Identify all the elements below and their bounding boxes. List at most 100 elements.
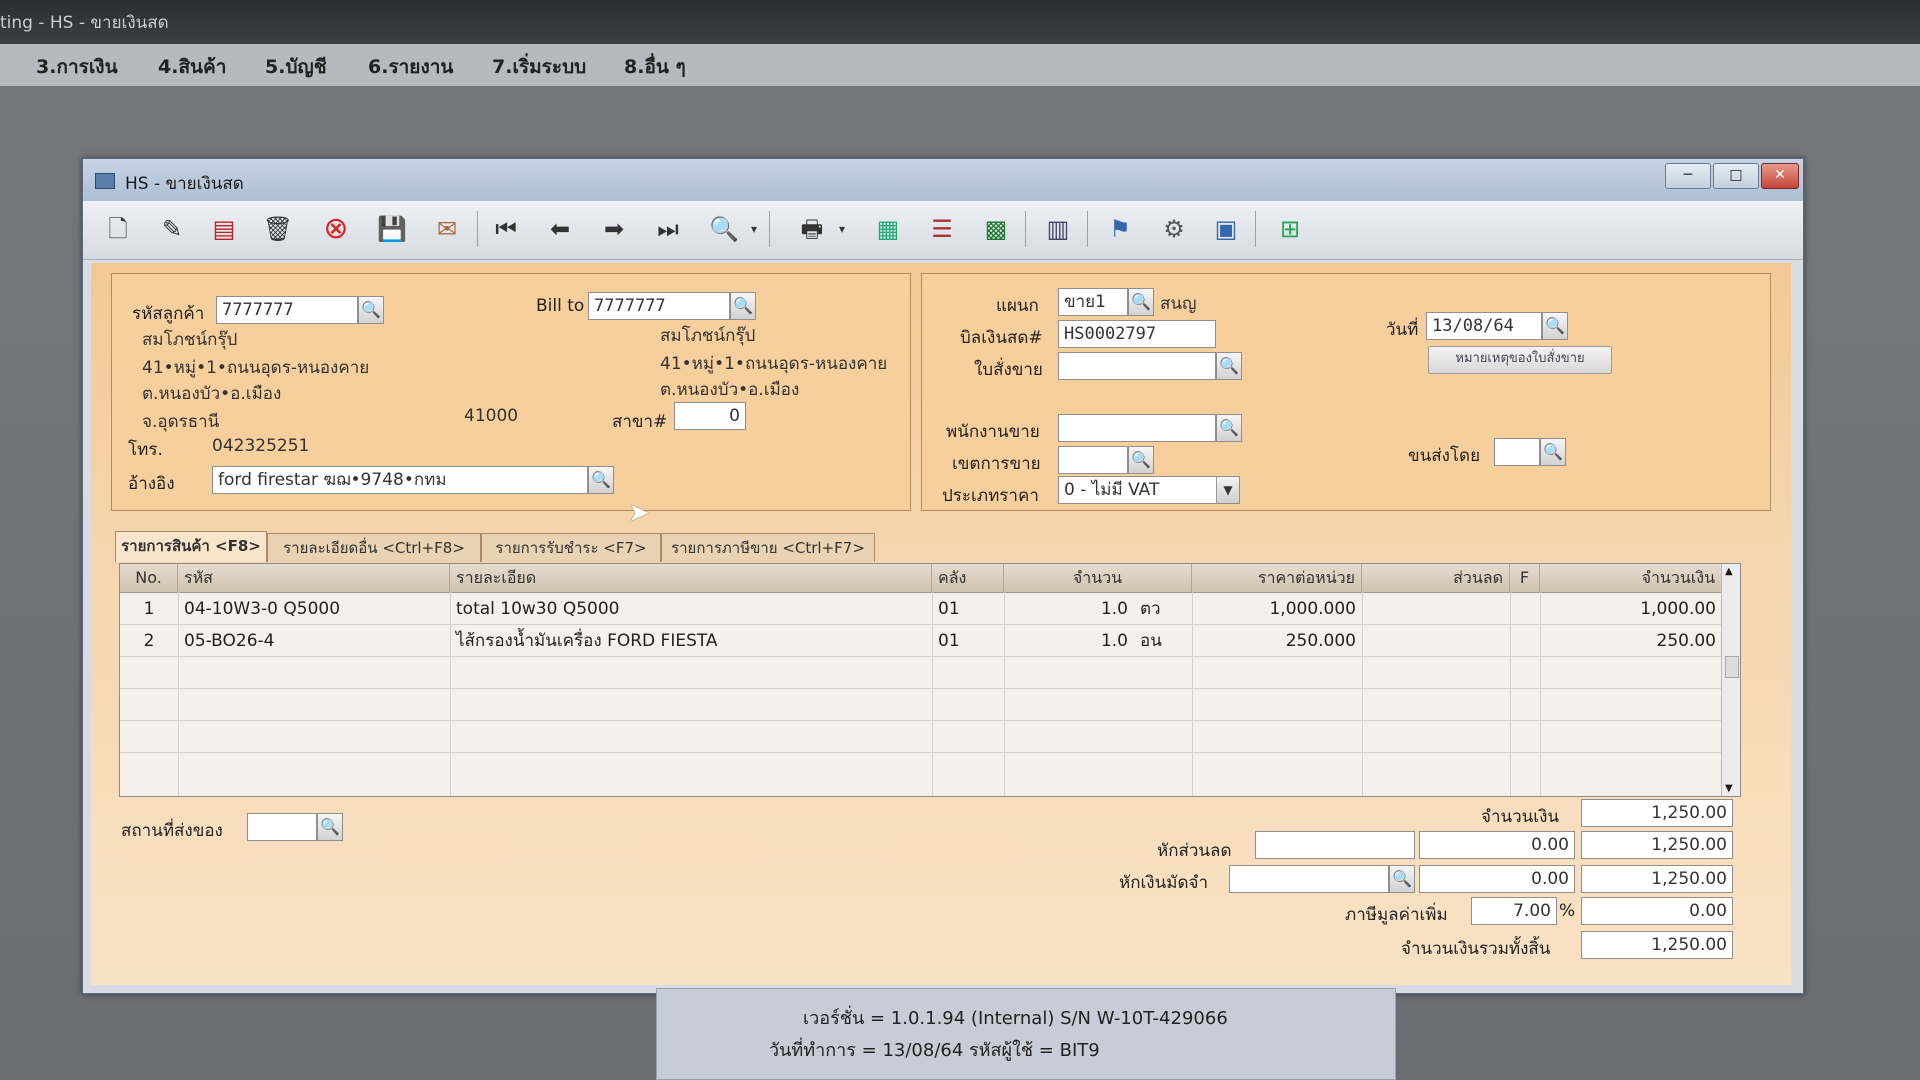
items-grid: No. รหัส รายละเอียด คลัง จำนวน ราคาต่อหน… [119, 563, 1741, 797]
edit-icon[interactable]: ✎ [153, 210, 191, 248]
cancel-icon[interactable]: ⊗ [317, 210, 355, 248]
bill-to-search-icon[interactable]: 🔍 [730, 292, 756, 320]
maximize-button[interactable]: □ [1713, 163, 1759, 189]
close-button[interactable]: ✕ [1761, 163, 1799, 189]
chevron-down-icon[interactable]: ▼ [1216, 477, 1239, 503]
discount-pct-input[interactable] [1255, 831, 1415, 859]
list-icon[interactable]: ☰ [923, 210, 961, 248]
customer-code-input[interactable]: 7777777 [216, 296, 358, 324]
prev-icon[interactable]: ⬅ [541, 210, 579, 248]
dropdown-arrow-icon[interactable]: ▾ [747, 210, 761, 248]
first-icon[interactable]: ⏮ [487, 210, 525, 248]
ref-input[interactable]: ford firestar ฆฌ•9748•กทม [212, 466, 588, 494]
tab-items[interactable]: รายการสินค้า <F8> [115, 531, 267, 562]
save-icon[interactable]: 💾 [373, 210, 411, 248]
trash-icon[interactable]: 🗑 [259, 210, 297, 248]
date-picker-icon[interactable]: 🔍 [1542, 312, 1568, 340]
row-f [1510, 594, 1540, 624]
document-panel: แผนก ขาย1 🔍 สนญ บิลเงินสด# HS0002797 ใบส… [921, 273, 1771, 511]
print-dropdown-icon[interactable]: ▾ [835, 210, 849, 248]
customer-province: จ.อุดรธานี [142, 412, 220, 432]
menu-accounts[interactable]: 5.บัญชี [265, 52, 327, 82]
ref-search-icon[interactable]: 🔍 [588, 466, 614, 494]
salesman-search-icon[interactable]: 🔍 [1216, 414, 1242, 442]
scroll-down-icon[interactable]: ▼ [1725, 783, 1733, 794]
salesman-input[interactable] [1058, 414, 1216, 442]
col-wh[interactable]: คลัง [932, 564, 1004, 592]
bill-no-label: บิลเงินสด# [960, 328, 1043, 348]
order-search-icon[interactable]: 🔍 [1216, 352, 1242, 380]
tel-label: โทร. [128, 440, 163, 460]
customer-search-icon[interactable]: 🔍 [358, 296, 384, 324]
dept-name: สนญ [1160, 294, 1197, 314]
vat-rate-input[interactable]: 7.00 [1471, 897, 1557, 925]
approve-icon[interactable]: ▥ [1039, 210, 1077, 248]
deposit-search-icon[interactable]: 🔍 [1389, 865, 1415, 893]
col-qty[interactable]: จำนวน [1004, 564, 1192, 592]
version-status-box: เวอร์ชั่น = 1.0.1.94 (Internal) S/N W-10… [656, 988, 1396, 1080]
window-titlebar[interactable]: HS - ขายเงินสด ─ □ ✕ [83, 159, 1803, 201]
menu-finance[interactable]: 3.การเงิน [36, 52, 118, 82]
calc-plus-icon[interactable]: ⊞ [1271, 210, 1309, 248]
col-desc[interactable]: รายละเอียด [450, 564, 932, 592]
row-wh: 01 [938, 599, 960, 619]
col-no[interactable]: No. [120, 564, 178, 592]
minimize-button[interactable]: ─ [1665, 163, 1711, 189]
order-input[interactable] [1058, 352, 1216, 380]
col-disc[interactable]: ส่วนลด [1362, 564, 1510, 592]
ok-stamp-icon[interactable]: ▣ [1207, 210, 1245, 248]
scroll-up-icon[interactable]: ▲ [1725, 566, 1733, 577]
area-input[interactable] [1058, 446, 1128, 474]
tab-payments[interactable]: รายการรับชำระ <F7> [481, 533, 661, 562]
vat-label: ภาษีมูลค่าเพิ่ม [1345, 905, 1448, 925]
menu-products[interactable]: 4.สินค้า [158, 52, 226, 82]
print-icon[interactable]: 🖶 [793, 210, 831, 248]
row-desc: ไส้กรองน้ำมันเครื่อง FORD FIESTA [456, 631, 718, 651]
menu-reports[interactable]: 6.รายงาน [368, 52, 453, 82]
bill-to-name: สมโภชน์กรุ๊ป [660, 326, 756, 346]
dept-search-icon[interactable]: 🔍 [1128, 288, 1154, 316]
table-icon[interactable]: ▩ [977, 210, 1015, 248]
settings-ok-icon[interactable]: ⚙ [1155, 210, 1193, 248]
col-amount[interactable]: จำนวนเงิน [1540, 564, 1722, 592]
area-label: เขตการขาย [952, 454, 1041, 474]
menu-setup[interactable]: 7.เริ่มระบบ [492, 52, 586, 82]
tab-sales-tax[interactable]: รายการภาษีขาย <Ctrl+F7> [661, 533, 875, 562]
ref-label: อ้างอิง [128, 474, 175, 494]
calculator-icon[interactable]: ▦ [869, 210, 907, 248]
attach-icon[interactable]: ✉ [428, 210, 466, 248]
cash-sale-window: HS - ขายเงินสด ─ □ ✕ 🗋 ✎ ▤ 🗑 ⊗ 💾 ✉ ⏮ ⬅ ➡… [82, 158, 1804, 994]
mouse-cursor-icon: ➤ [628, 498, 650, 528]
discount-amount-input[interactable]: 0.00 [1419, 831, 1575, 859]
tab-details[interactable]: รายละเอียดอื่น <Ctrl+F8> [267, 533, 481, 562]
grid-scrollbar[interactable]: ▲ ▼ [1721, 564, 1740, 796]
ship-place-search-icon[interactable]: 🔍 [317, 813, 343, 841]
area-search-icon[interactable]: 🔍 [1128, 446, 1154, 474]
col-code[interactable]: รหัส [178, 564, 450, 592]
last-icon[interactable]: ⏭ [649, 210, 687, 248]
col-price[interactable]: ราคาต่อหน่วย [1192, 564, 1362, 592]
ship-place-input[interactable] [247, 813, 317, 841]
deposit-ref-input[interactable] [1229, 865, 1389, 893]
scroll-thumb[interactable] [1725, 656, 1739, 678]
next-icon[interactable]: ➡ [595, 210, 633, 248]
ship-by-search-icon[interactable]: 🔍 [1540, 438, 1566, 466]
date-input[interactable]: 13/08/64 [1426, 312, 1542, 340]
ok-icon[interactable]: ⚑ [1101, 210, 1139, 248]
branch-input[interactable]: 0 [674, 402, 746, 430]
menu-others[interactable]: 8.อื่น ๆ [624, 52, 686, 82]
col-f[interactable]: F [1510, 564, 1540, 592]
ship-by-input[interactable] [1494, 438, 1540, 466]
void-icon[interactable]: ▤ [205, 210, 243, 248]
order-note-button[interactable]: หมายเหตุของใบสั่งขาย [1428, 346, 1612, 374]
grid-header: No. รหัส รายละเอียด คลัง จำนวน ราคาต่อหน… [120, 564, 1740, 593]
search-doc-icon[interactable]: 🔍 [705, 210, 743, 248]
bill-to-input[interactable]: 7777777 [588, 292, 730, 320]
deposit-amount-input[interactable]: 0.00 [1419, 865, 1575, 893]
bill-to-addr1: 41•หมู่•1•ถนนอุดร-หนองคาย [660, 354, 888, 374]
new-doc-icon[interactable]: 🗋 [99, 210, 137, 248]
price-type-select[interactable]: 0 - ไม่มี VAT ▼ [1058, 476, 1240, 504]
bill-no-input[interactable]: HS0002797 [1058, 320, 1216, 348]
row-unit: ตว [1140, 599, 1161, 619]
dept-input[interactable]: ขาย1 [1058, 288, 1128, 316]
